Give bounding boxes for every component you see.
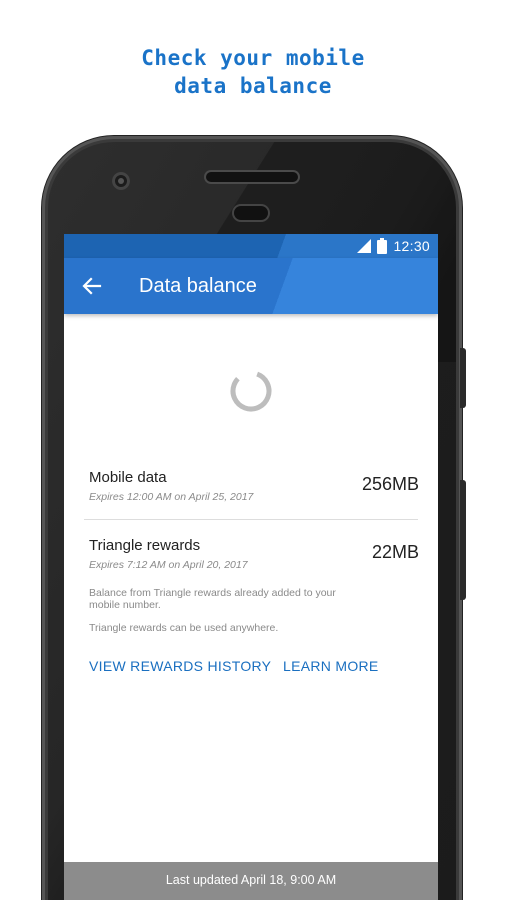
- learn-more-button[interactable]: LEARN MORE: [283, 658, 379, 674]
- battery-icon: [377, 238, 388, 254]
- status-time: 12:30: [393, 238, 430, 254]
- rewards-anywhere-note: Triangle rewards can be used anywhere.: [89, 622, 279, 634]
- view-rewards-history-button[interactable]: VIEW REWARDS HISTORY: [89, 658, 271, 674]
- promo-headline-line-1: Check your mobile: [141, 46, 365, 70]
- phone-screen: 12:30 Data balance Mobile data Expires 1…: [64, 234, 438, 900]
- triangle-rewards-row: Triangle rewards Expires 7:12 AM on Apri…: [89, 536, 419, 573]
- power-button: [460, 348, 466, 408]
- app-title: Data balance: [139, 275, 257, 297]
- proximity-sensor: [234, 206, 268, 220]
- front-camera-icon: [112, 172, 130, 190]
- loading-spinner-icon: [230, 370, 272, 412]
- triangle-rewards-value: 22MB: [371, 542, 419, 562]
- promo-headline-line-2: data balance: [174, 74, 332, 98]
- mobile-data-value: 256MB: [361, 474, 419, 494]
- status-icons: 12:30: [357, 237, 430, 255]
- volume-button: [460, 480, 466, 600]
- promo-page: Check your mobile data balance 12:30 Dat…: [0, 0, 506, 900]
- status-bar: 12:30: [64, 234, 438, 258]
- triangle-rewards-label: Triangle rewards: [89, 537, 201, 554]
- mobile-data-row: Mobile data Expires 12:00 AM on April 25…: [89, 468, 419, 505]
- earpiece-speaker: [206, 172, 298, 182]
- app-bar: Data balance: [64, 258, 438, 314]
- balance-divider: [84, 519, 418, 520]
- triangle-rewards-expiry: Expires 7:12 AM on April 20, 2017: [89, 559, 248, 571]
- arrow-back-icon: [82, 277, 102, 295]
- signal-icon: [357, 239, 372, 253]
- promo-headline: Check your mobile data balance: [0, 44, 506, 100]
- last-updated-footer: Last updated April 18, 9:00 AM: [64, 862, 438, 900]
- rewards-added-note: Balance from Triangle rewards already ad…: [89, 587, 336, 611]
- back-button[interactable]: [78, 272, 106, 300]
